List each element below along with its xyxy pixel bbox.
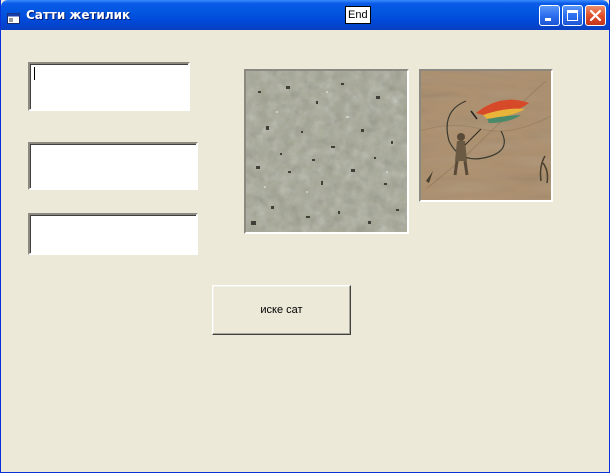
stone-texture-image: [244, 69, 409, 234]
maximize-icon: [567, 10, 578, 21]
minimize-icon: [545, 18, 551, 21]
text-caret: [34, 67, 35, 80]
fishing-fly-image: [419, 69, 553, 202]
app-window: Сатти жетилик End иске сат: [0, 0, 610, 473]
app-icon[interactable]: [7, 9, 20, 24]
close-icon: [589, 9, 602, 22]
window-title: Сатти жетилик: [26, 8, 131, 22]
close-button[interactable]: [585, 5, 606, 26]
text-input-2[interactable]: [28, 142, 198, 190]
start-sale-button[interactable]: иске сат: [212, 285, 351, 335]
text-input-1[interactable]: [28, 62, 190, 111]
title-bar[interactable]: Сатти жетилик End: [1, 0, 609, 30]
maximize-button[interactable]: [562, 5, 583, 26]
end-badge: End: [345, 6, 371, 24]
text-input-3[interactable]: [28, 213, 198, 255]
minimize-button[interactable]: [539, 5, 560, 26]
